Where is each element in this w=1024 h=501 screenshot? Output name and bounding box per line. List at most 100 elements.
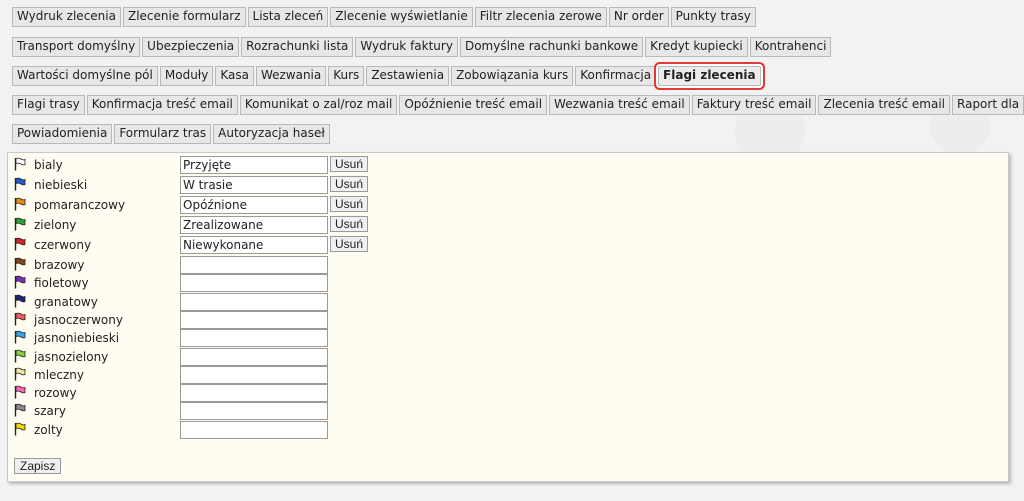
- flag-icon: [14, 237, 26, 251]
- flag-row-jasnozielony: jasnozielony: [8, 347, 388, 366]
- tab-wezwania[interactable]: Wezwania: [255, 66, 327, 86]
- save-button[interactable]: Zapisz: [14, 458, 62, 474]
- flag-description-input[interactable]: [180, 236, 328, 254]
- flag-description-input[interactable]: [180, 310, 328, 329]
- tab-formularz-tras[interactable]: Formularz tras: [114, 124, 212, 144]
- delete-button[interactable]: Usuń: [330, 236, 369, 252]
- tab-moduly[interactable]: Moduły: [159, 66, 214, 86]
- flag-name-label: bialy: [34, 158, 63, 172]
- flag-name-label: czerwony: [34, 238, 92, 252]
- flags-panel: Zapisz bialyUsuńniebieskiUsuńpomaranczow…: [7, 152, 1009, 482]
- flag-description-input[interactable]: [180, 420, 328, 439]
- flag-row-fioletowy: fioletowy: [8, 274, 388, 293]
- tab-wezwania-tresc-email[interactable]: Wezwania treść email: [549, 95, 690, 115]
- flag-name-label: jasnoczerwony: [34, 312, 123, 327]
- tab-zlecenia-tresc-email[interactable]: Zlecenia treść email: [818, 95, 951, 115]
- tab-flagi-zlecenia[interactable]: Flagi zlecenia: [658, 66, 761, 86]
- tab-row-1: Wydruk zlecenia Zlecenie formularz Lista z…: [12, 7, 758, 27]
- tab-kontrahenci[interactable]: Kontrahenci: [749, 37, 832, 57]
- flag-icon: [14, 404, 26, 417]
- tab-domyslne-rachunki-bankowe[interactable]: Domyślne rachunki bankowe: [459, 37, 644, 57]
- tab-filtr-zlecenia-zerowe[interactable]: Filtr zlecenia zerowe: [474, 7, 607, 27]
- flag-row-rozowy: rozowy: [8, 384, 388, 403]
- flag-description-input[interactable]: [180, 256, 328, 274]
- tab-row-5: Powiadomienia Formularz tras Autoryzacja h…: [12, 124, 332, 144]
- flag-icon: [14, 349, 26, 362]
- flag-name-label: jasnoniebieski: [34, 331, 120, 346]
- flag-icon: [14, 275, 26, 289]
- tab-konfirmacja[interactable]: Konfirmacja: [575, 66, 657, 86]
- tab-konfirmacja-tresc-email[interactable]: Konfirmacja treść email: [86, 95, 238, 115]
- flag-name-label: pomaranczowy: [34, 198, 126, 212]
- tab-flagi-trasy[interactable]: Flagi trasy: [12, 95, 85, 115]
- flag-description-input[interactable]: [180, 402, 328, 421]
- flag-description-input[interactable]: [180, 329, 328, 348]
- flag-icon: [14, 177, 26, 191]
- tab-zlecenie-wyswietlanie[interactable]: Zlecenie wyświetlanie: [330, 7, 473, 27]
- flag-row-jasnoniebieski: jasnoniebieski: [8, 329, 388, 348]
- delete-button[interactable]: Usuń: [330, 216, 369, 232]
- delete-button[interactable]: Usuń: [330, 156, 369, 172]
- flag-description-input[interactable]: [180, 156, 328, 174]
- tab-rozrachunki-lista[interactable]: Rozrachunki lista: [241, 37, 354, 57]
- tab-wartosci-domyslne-pol[interactable]: Wartości domyślne pól: [12, 66, 158, 86]
- tab-komunikat-o-zal-roz-mail[interactable]: Komunikat o zal/roz mail: [239, 95, 398, 115]
- tab-kurs[interactable]: Kurs: [328, 66, 365, 86]
- flag-name-label: mleczny: [34, 367, 85, 382]
- flag-icon: [14, 157, 26, 171]
- flag-icon: [14, 197, 26, 211]
- tab-wydruk-zlecenia[interactable]: Wydruk zlecenia: [12, 7, 121, 27]
- tab-transport-domyslny[interactable]: Transport domyślny: [12, 37, 141, 57]
- tab-ubezpieczenia[interactable]: Ubezpieczenia: [142, 37, 240, 57]
- flag-icon: [14, 294, 26, 308]
- tab-lista-zlecen[interactable]: Lista zleceń: [247, 7, 329, 27]
- flag-row-pomaranczowy: pomaranczowy Usuń: [8, 196, 388, 214]
- flag-description-input[interactable]: [180, 216, 328, 234]
- flag-description-input[interactable]: [180, 176, 328, 194]
- flag-name-label: szary: [34, 404, 66, 419]
- flag-icon: [14, 422, 26, 436]
- flag-description-input[interactable]: [180, 365, 328, 384]
- flag-row-zielony: zielony Usuń: [8, 216, 388, 234]
- tab-opoznienie-tresc-email[interactable]: Opóźnienie treść email: [399, 95, 548, 115]
- delete-button[interactable]: Usuń: [330, 196, 369, 212]
- flag-icon: [14, 257, 26, 271]
- flag-row-czerwony: czerwony Usuń: [8, 236, 388, 254]
- flag-description-input[interactable]: [180, 196, 328, 214]
- tab-zestawienia[interactable]: Zestawienia: [366, 66, 450, 86]
- tab-kasa[interactable]: Kasa: [215, 66, 254, 86]
- flag-name-label: fioletowy: [34, 276, 89, 291]
- flag-description-input[interactable]: [180, 274, 328, 293]
- tab-wydruk-faktury[interactable]: Wydruk faktury: [355, 37, 458, 57]
- tab-nr-order[interactable]: Nr order: [608, 7, 669, 27]
- flag-row-mleczny: mleczny: [8, 365, 388, 384]
- tab-zlecenie-formularz[interactable]: Zlecenie formularz: [122, 7, 246, 27]
- flag-row-brazowy: brazowy: [8, 256, 388, 274]
- flag-row-szary: szary: [8, 402, 388, 421]
- tab-punkty-trasy[interactable]: Punkty trasy: [670, 7, 756, 27]
- flag-name-label: brazowy: [34, 258, 85, 272]
- tab-raport-dla[interactable]: Raport dla: [952, 95, 1024, 115]
- tab-zobowiazania-kurs[interactable]: Zobowiązania kurs: [451, 66, 574, 86]
- flag-row-niebieski: niebieski Usuń: [8, 176, 388, 194]
- tab-kredyt-kupiecki[interactable]: Kredyt kupiecki: [645, 37, 748, 57]
- flag-row-bialy: bialy Usuń: [8, 156, 388, 174]
- tab-row-3: Wartości domyślne pól Moduły Kasa Wezwania K…: [12, 66, 763, 86]
- flag-name-label: granatowy: [34, 294, 98, 309]
- flag-icon: [14, 385, 26, 399]
- tab-autoryzacja-hasel[interactable]: Autoryzacja haseł: [213, 124, 330, 144]
- flag-icon: [14, 217, 26, 231]
- flag-name-label: niebieski: [34, 178, 88, 192]
- tab-faktury-tresc-email[interactable]: Faktury treść email: [691, 95, 817, 115]
- flag-row-jasnoczerwony: jasnoczerwony: [8, 310, 388, 329]
- flag-description-input[interactable]: [180, 384, 328, 403]
- flag-description-input[interactable]: [180, 347, 328, 366]
- tab-row-2: Transport domyślny Ubezpieczenia Rozrachun…: [12, 37, 833, 57]
- flag-description-input[interactable]: [180, 292, 328, 311]
- flag-name-label: rozowy: [34, 386, 77, 401]
- delete-button[interactable]: Usuń: [330, 176, 369, 192]
- tab-powiadomienia[interactable]: Powiadomienia: [12, 124, 113, 144]
- tab-row-4: Flagi trasy Konfirmacja treść email Komuni…: [12, 95, 1024, 115]
- flag-icon: [14, 312, 26, 326]
- flag-name-label: zielony: [34, 218, 77, 232]
